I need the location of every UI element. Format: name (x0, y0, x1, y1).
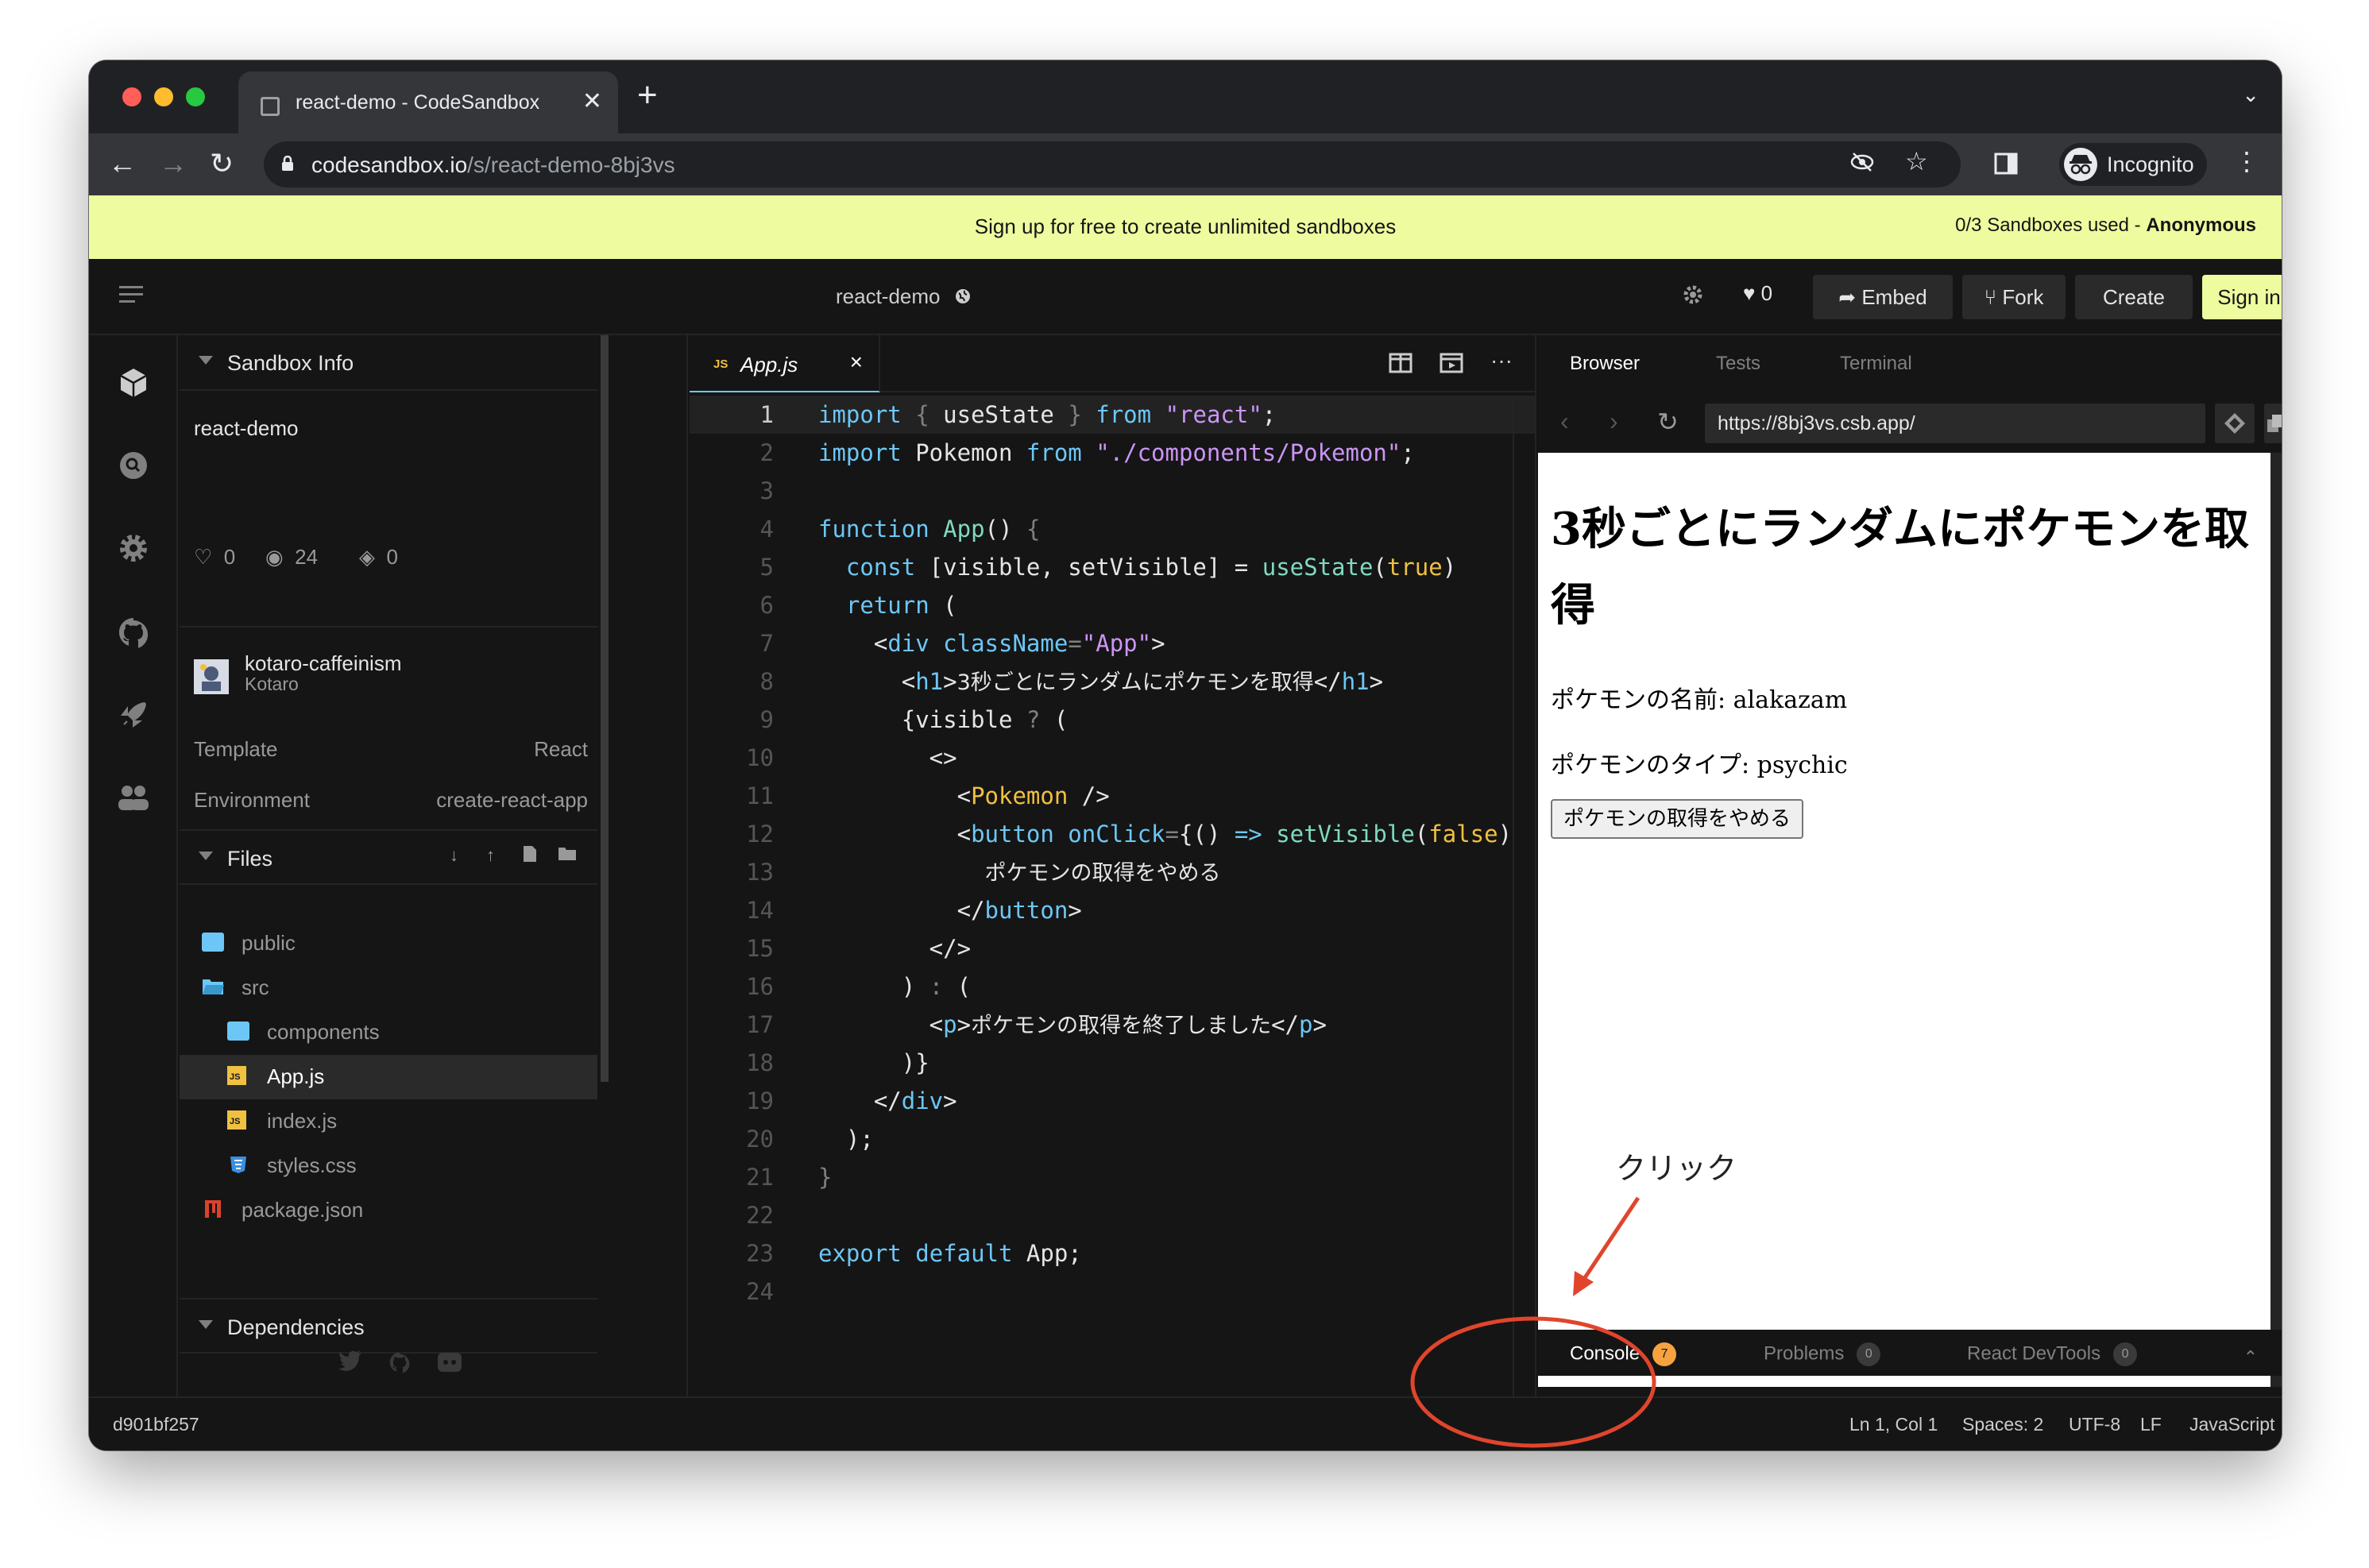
annotation-arrowhead (1573, 1271, 1594, 1296)
annotation-overlay (1410, 1196, 1656, 1448)
annotation-arrow (1579, 1196, 1641, 1285)
annotation-circle (1410, 1316, 1656, 1448)
